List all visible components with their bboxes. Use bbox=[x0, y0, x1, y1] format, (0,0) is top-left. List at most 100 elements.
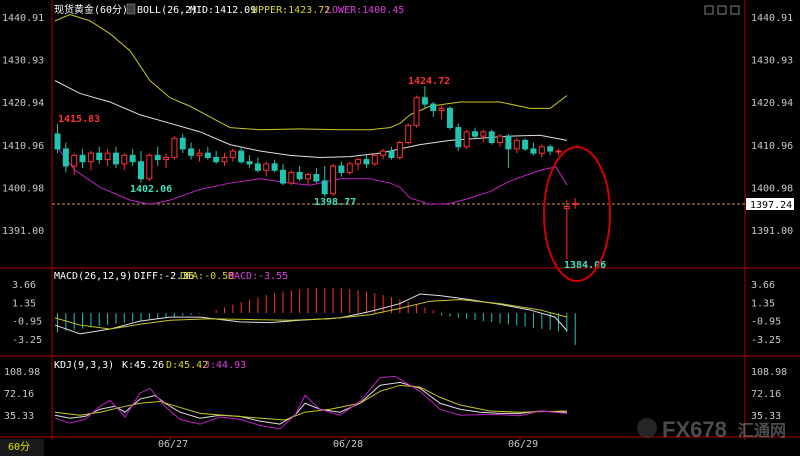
candle-body bbox=[288, 171, 295, 184]
kdj-tick-right: 72.16 bbox=[751, 389, 781, 400]
macd-tick-left: -3.25 bbox=[12, 335, 42, 346]
price-tick-left: 1410.96 bbox=[2, 141, 44, 152]
candle-body bbox=[305, 174, 311, 180]
candle-body bbox=[547, 146, 554, 152]
candle-body bbox=[79, 154, 86, 163]
date-label: 06/28 bbox=[333, 439, 363, 450]
kdj-j: J:44.93 bbox=[204, 360, 246, 371]
candle-body bbox=[405, 124, 412, 144]
macd-dea: DEA:-0.58 bbox=[180, 271, 234, 282]
macd-macd: MACD:-3.55 bbox=[228, 271, 288, 282]
boll-label[interactable]: BOLL(26,2) bbox=[137, 5, 197, 16]
macd-tick-right: 3.66 bbox=[751, 280, 775, 291]
macd-tick-left: -0.95 bbox=[12, 317, 42, 328]
last-price-text: 1397.24 bbox=[750, 200, 792, 211]
candle-body bbox=[497, 135, 504, 144]
brand-logo-icon bbox=[637, 418, 657, 438]
kdj-k-line bbox=[54, 381, 568, 425]
annotation-low1: 1402.06 bbox=[130, 184, 172, 195]
mid-label: MID:1412.09 bbox=[190, 5, 256, 16]
candle-body bbox=[238, 150, 245, 163]
candle-body bbox=[455, 127, 462, 148]
candle-body bbox=[179, 137, 186, 150]
window-control-3[interactable] bbox=[730, 5, 740, 15]
kdj-tick-right: 108.98 bbox=[751, 367, 787, 378]
candle-body bbox=[196, 152, 203, 156]
candle-body bbox=[188, 148, 195, 156]
price-title: 现货黄金(60分) bbox=[54, 3, 128, 16]
candle-body bbox=[171, 137, 178, 158]
boll-mid-line bbox=[54, 80, 568, 158]
candle-body bbox=[371, 154, 378, 165]
window-control-2[interactable] bbox=[717, 5, 727, 15]
candle-body bbox=[530, 148, 537, 154]
annotation-low2: 1398.77 bbox=[314, 197, 356, 208]
kdj-tick-left: 108.98 bbox=[4, 367, 40, 378]
candle-body bbox=[413, 97, 420, 126]
price-tick-right: 1420.94 bbox=[751, 98, 793, 109]
annotation-high2: 1424.72 bbox=[408, 76, 450, 87]
kdj-title: KDJ(9,3,3) bbox=[54, 360, 114, 371]
candle-body bbox=[538, 146, 545, 154]
candle-body bbox=[121, 154, 128, 165]
macd-tick-left: 3.66 bbox=[12, 280, 36, 291]
candle-body bbox=[229, 150, 236, 158]
kdj-j-line bbox=[54, 375, 568, 430]
candle-body bbox=[154, 154, 161, 161]
candle-body bbox=[363, 159, 370, 165]
candle-body bbox=[572, 202, 579, 205]
indicator-icon bbox=[126, 3, 136, 15]
candle-body bbox=[204, 152, 211, 158]
candle-body bbox=[463, 131, 470, 148]
kdj-tick-left: 72.16 bbox=[4, 389, 34, 400]
candle-body bbox=[104, 152, 111, 161]
candle-body bbox=[513, 139, 520, 150]
price-tick-right: 1430.93 bbox=[751, 56, 793, 67]
candle-body bbox=[522, 139, 529, 150]
candle-body bbox=[279, 169, 286, 184]
lower-label: LOWER:1400.45 bbox=[326, 5, 404, 16]
window-controls[interactable] bbox=[704, 5, 740, 15]
price-chart[interactable]: 现货黄金(60分) BOLL(26,2) MID:1412.09 UPPER:1… bbox=[0, 0, 800, 456]
candle-body bbox=[129, 154, 136, 163]
candle-body bbox=[146, 154, 153, 180]
candle-body bbox=[388, 150, 395, 158]
candle-body bbox=[163, 156, 170, 161]
macd-tick-right: -0.95 bbox=[751, 317, 781, 328]
price-tick-left: 1430.93 bbox=[2, 56, 44, 67]
kdj-d: D:45.42 bbox=[166, 360, 208, 371]
candle-body bbox=[54, 133, 61, 150]
brand-watermark: FX678 汇通网 bbox=[637, 417, 786, 442]
candle-body bbox=[71, 154, 78, 167]
candle-body bbox=[62, 148, 69, 167]
candle-body bbox=[96, 152, 103, 161]
candle-body bbox=[263, 163, 270, 171]
macd-title: MACD(26,12,9) bbox=[54, 271, 132, 282]
candle-body bbox=[313, 174, 320, 182]
candle-body bbox=[472, 131, 478, 137]
candle-body bbox=[271, 163, 278, 171]
candle-body bbox=[555, 150, 562, 153]
kdj-k: K:45.26 bbox=[122, 360, 164, 371]
annotation-high1: 1415.83 bbox=[58, 114, 100, 125]
macd-tick-right: -3.25 bbox=[751, 335, 781, 346]
candle-body bbox=[438, 107, 445, 112]
candle-body bbox=[87, 152, 94, 163]
candle-body bbox=[430, 103, 437, 112]
price-tick-right: 1391.00 bbox=[751, 226, 793, 237]
period-tab-label[interactable]: 60分 bbox=[8, 441, 30, 453]
candle-body bbox=[346, 163, 353, 173]
price-tick-right: 1410.96 bbox=[751, 141, 793, 152]
price-tick-right: 1400.98 bbox=[751, 183, 793, 194]
window-control-1[interactable] bbox=[704, 5, 714, 15]
candle-body bbox=[446, 107, 453, 129]
date-label: 06/27 bbox=[158, 439, 188, 450]
candle-body bbox=[321, 180, 328, 195]
price-tick-right: 1440.91 bbox=[751, 13, 793, 24]
candle-body bbox=[421, 97, 428, 105]
macd-dea-line bbox=[54, 299, 568, 330]
candle-body bbox=[296, 171, 303, 180]
candle-body bbox=[338, 165, 345, 173]
candle-body bbox=[488, 131, 495, 144]
boll-upper-line bbox=[54, 13, 568, 131]
